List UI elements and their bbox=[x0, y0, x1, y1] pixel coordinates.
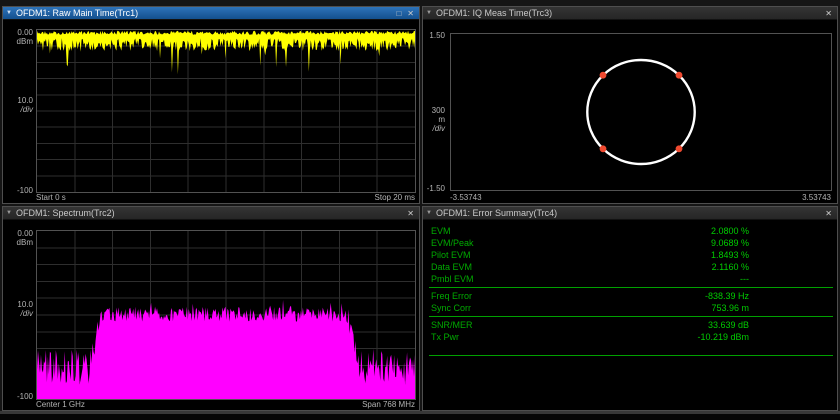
time-trace bbox=[37, 30, 415, 192]
error-summary-value: 1.8493 % bbox=[711, 249, 749, 261]
signal-analyzer-window: ▼ OFDM1: Raw Main Time(Trc1) □ ✕ 0.00 dB… bbox=[0, 0, 840, 420]
error-summary-value: 2.0800 % bbox=[711, 225, 749, 237]
titlebar-error-summary[interactable]: ▼ OFDM1: Error Summary(Trc4) ✕ bbox=[423, 207, 837, 220]
close-icon[interactable]: ✕ bbox=[825, 9, 832, 18]
error-summary-value: -10.219 dBm bbox=[697, 331, 749, 343]
status-strip bbox=[0, 411, 840, 420]
collapse-icon[interactable]: ▼ bbox=[426, 7, 432, 20]
y-axis-mid-label: 300 m /div bbox=[423, 106, 445, 133]
spectrum-trace bbox=[37, 231, 415, 399]
group-separator bbox=[429, 316, 833, 317]
error-summary-label: Freq Error bbox=[431, 290, 472, 302]
panel-title-spectrum: OFDM1: Spectrum(Trc2) bbox=[16, 208, 403, 218]
collapse-icon[interactable]: ▼ bbox=[6, 7, 12, 20]
raw-main-time-content: 0.00 dBm 10.0 /div -100 Start 0 s Stop 2… bbox=[3, 20, 419, 203]
collapse-icon[interactable]: ▼ bbox=[426, 207, 432, 220]
error-summary-row: EVM/Peak 9.0689 % bbox=[423, 237, 837, 249]
error-summary-value: 33.639 dB bbox=[708, 319, 749, 331]
error-summary-label: Sync Corr bbox=[431, 302, 471, 314]
iq-meas-time-content: 1.50 300 m /div -1.50 -3.53743 3.53743 bbox=[423, 20, 837, 203]
x-axis-span-label: Span 768 MHz bbox=[362, 400, 415, 409]
panel-spectrum: ▼ OFDM1: Spectrum(Trc2) ✕ 0.00 dBm 10.0 … bbox=[2, 206, 420, 411]
error-summary-label: EVM bbox=[431, 225, 451, 237]
close-icon[interactable]: ✕ bbox=[825, 209, 832, 218]
collapse-icon[interactable]: ▼ bbox=[6, 207, 12, 220]
group-separator bbox=[429, 355, 833, 356]
y-axis-top-label: 1.50 bbox=[429, 31, 445, 40]
panel-error-summary: ▼ OFDM1: Error Summary(Trc4) ✕ EVM 2.0800… bbox=[422, 206, 838, 411]
error-summary-table: EVM 2.0800 % EVM/Peak 9.0689 % Pilot EVM 1.84… bbox=[423, 220, 837, 410]
spectrum-content: 0.00 dBm 10.0 /div -100 Center 1 GHz Spa… bbox=[3, 220, 419, 410]
titlebar-spectrum[interactable]: ▼ OFDM1: Spectrum(Trc2) ✕ bbox=[3, 207, 419, 220]
error-summary-row: Data EVM 2.1160 % bbox=[423, 261, 837, 273]
panel-title-iq-meas-time: OFDM1: IQ Meas Time(Trc3) bbox=[436, 8, 821, 18]
error-summary-row: SNR/MER 33.639 dB bbox=[423, 319, 837, 331]
error-summary-label: Data EVM bbox=[431, 261, 472, 273]
panel-title-error-summary: OFDM1: Error Summary(Trc4) bbox=[436, 208, 821, 218]
y-axis-top-label: 0.00 dBm bbox=[17, 28, 33, 46]
y-axis-mid-label: 10.0 /div bbox=[17, 300, 33, 318]
error-summary-label: Tx Pwr bbox=[431, 331, 459, 343]
x-axis-max-label: 3.53743 bbox=[802, 193, 831, 202]
y-axis-top-label: 0.00 dBm bbox=[17, 229, 33, 247]
panel-iq-meas-time: ▼ OFDM1: IQ Meas Time(Trc3) ✕ 1.50 300 m… bbox=[422, 6, 838, 204]
error-summary-row: Pmbl EVM --- bbox=[423, 273, 837, 285]
panel-title-raw-main-time: OFDM1: Raw Main Time(Trc1) bbox=[16, 8, 393, 18]
y-axis-bottom-label: -1.50 bbox=[427, 184, 445, 193]
error-summary-value: 9.0689 % bbox=[711, 237, 749, 249]
x-axis-center-label: Center 1 GHz bbox=[36, 400, 85, 409]
error-summary-label: SNR/MER bbox=[431, 319, 473, 331]
error-summary-row: Pilot EVM 1.8493 % bbox=[423, 249, 837, 261]
raw-main-time-plot[interactable] bbox=[36, 29, 416, 193]
error-summary-value: 753.96 m bbox=[711, 302, 749, 314]
error-summary-row: Freq Error -838.39 Hz bbox=[423, 290, 837, 302]
group-separator bbox=[429, 287, 833, 288]
error-summary-value: 2.1160 % bbox=[712, 261, 749, 273]
y-axis-bottom-label: -100 bbox=[17, 392, 33, 401]
error-summary-label: EVM/Peak bbox=[431, 237, 474, 249]
titlebar-raw-main-time[interactable]: ▼ OFDM1: Raw Main Time(Trc1) □ ✕ bbox=[3, 7, 419, 20]
constellation-trace bbox=[451, 34, 831, 190]
close-icon[interactable]: ✕ bbox=[407, 209, 414, 218]
error-summary-row: Sync Corr 753.96 m bbox=[423, 302, 837, 314]
error-summary-value: -838.39 Hz bbox=[705, 290, 749, 302]
x-axis-start-label: Start 0 s bbox=[36, 193, 66, 202]
error-summary-label: Pilot EVM bbox=[431, 249, 471, 261]
iq-meas-time-plot[interactable] bbox=[450, 33, 832, 191]
maximize-icon[interactable]: □ bbox=[396, 9, 401, 18]
close-icon[interactable]: ✕ bbox=[407, 9, 414, 18]
error-summary-label: Pmbl EVM bbox=[431, 273, 474, 285]
spectrum-plot[interactable] bbox=[36, 230, 416, 400]
x-axis-min-label: -3.53743 bbox=[450, 193, 482, 202]
y-axis-bottom-label: -100 bbox=[17, 186, 33, 195]
x-axis-stop-label: Stop 20 ms bbox=[375, 193, 415, 202]
y-axis-mid-label: 10.0 /div bbox=[17, 96, 33, 114]
error-summary-row: EVM 2.0800 % bbox=[423, 225, 837, 237]
titlebar-iq-meas-time[interactable]: ▼ OFDM1: IQ Meas Time(Trc3) ✕ bbox=[423, 7, 837, 20]
error-summary-row: Tx Pwr -10.219 dBm bbox=[423, 331, 837, 343]
error-summary-value: --- bbox=[740, 273, 749, 285]
panel-raw-main-time: ▼ OFDM1: Raw Main Time(Trc1) □ ✕ 0.00 dB… bbox=[2, 6, 420, 204]
